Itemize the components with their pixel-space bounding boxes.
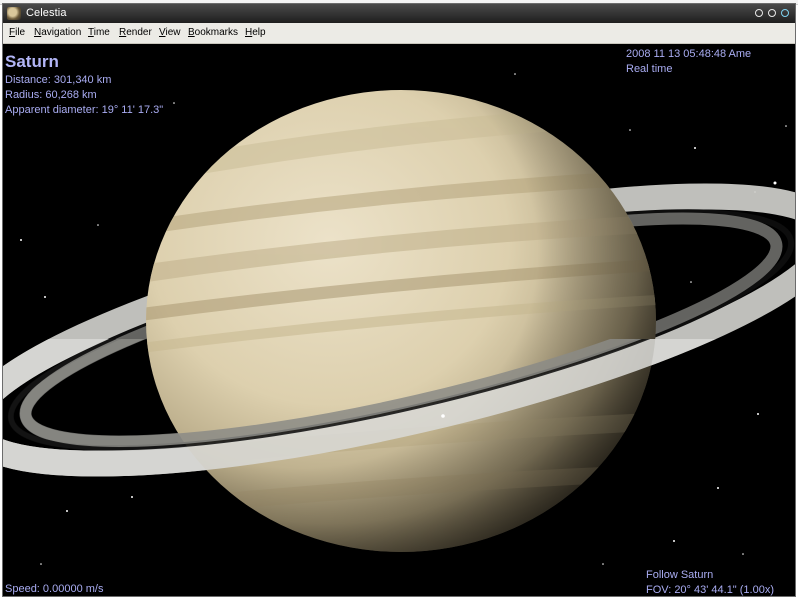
menu-navigation[interactable]: Navigation: [34, 27, 81, 38]
menu-view[interactable]: View: [159, 27, 181, 38]
menu-bookmarks[interactable]: Bookmarks: [188, 27, 238, 38]
celestia-window: Celestia File Navigation Time Render Vie…: [2, 3, 796, 597]
menu-help[interactable]: Help: [245, 27, 266, 38]
space-scene[interactable]: [3, 44, 795, 596]
menu-time[interactable]: Time: [88, 27, 110, 38]
distance-readout: Distance: 301,340 km: [5, 74, 112, 86]
time-mode-readout: Real time: [626, 63, 673, 75]
saturn-planet[interactable]: [133, 90, 673, 552]
fov-readout: FOV: 20° 43' 44.1" (1.00x): [646, 584, 775, 596]
radius-readout: Radius: 60,268 km: [5, 89, 97, 101]
menu-render[interactable]: Render: [119, 27, 152, 38]
menu-bar: File Navigation Time Render View Bookmar…: [3, 23, 795, 44]
title-bar[interactable]: Celestia: [3, 4, 795, 23]
selected-object-name: Saturn: [5, 52, 59, 71]
close-button[interactable]: [781, 9, 789, 17]
menu-file[interactable]: File: [9, 27, 25, 38]
minimize-button[interactable]: [755, 9, 763, 17]
datetime-readout: 2008 11 13 05:48:48 Ame: [626, 48, 752, 60]
moon-marker[interactable]: [441, 414, 445, 418]
follow-status: Follow Saturn: [646, 569, 714, 581]
window-title: Celestia: [26, 7, 67, 19]
maximize-button[interactable]: [768, 9, 776, 17]
apparent-diameter-readout: Apparent diameter: 19° 11' 17.3": [5, 104, 164, 116]
celestia-app-icon[interactable]: [7, 7, 21, 20]
3d-viewport[interactable]: Saturn Distance: 301,340 km Radius: 60,2…: [3, 44, 795, 596]
speed-readout: Speed: 0.00000 m/s: [5, 583, 104, 595]
